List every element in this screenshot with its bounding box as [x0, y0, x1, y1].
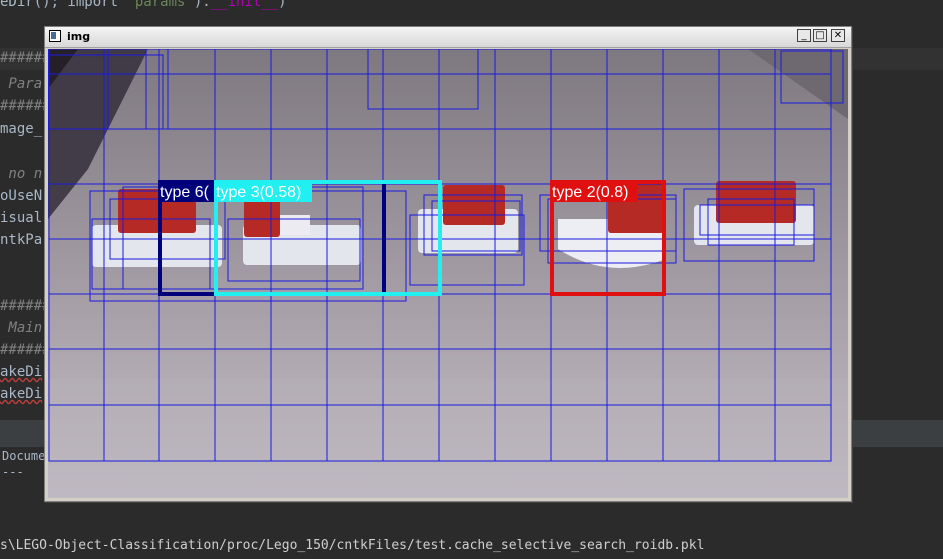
minimize-button[interactable]: _ — [797, 29, 811, 42]
detection-box-type3: type 3(0.58) — [214, 180, 442, 296]
code-line: ntkPa — [0, 232, 43, 248]
maximize-button[interactable]: □ — [813, 29, 827, 42]
close-button[interactable]: ✕ — [831, 29, 845, 42]
detection-overlay: type 6( type 3(0.58) type 2(0.8) — [158, 180, 666, 296]
window-title: img — [67, 30, 91, 43]
code-line-top: eDir(); import 'params').__init__) — [0, 0, 287, 10]
detection-label-type6: type 6( — [160, 184, 210, 201]
code-line: no n — [0, 166, 43, 182]
code-line: isual — [0, 210, 43, 226]
detection-label-type3: type 3(0.58) — [216, 184, 301, 201]
code-line: mage_ — [0, 121, 43, 137]
output-text: --- — [2, 465, 24, 479]
code-line: oUseN — [0, 188, 43, 204]
code-line: akeDi — [0, 386, 43, 402]
image-window[interactable]: img _ □ ✕ type 6(type 3(0.58) type 2(0.… — [44, 26, 852, 502]
output-text: Docume — [2, 449, 46, 463]
image-canvas: type 6( type 3(0.58) type 2(0.8) — [48, 49, 848, 498]
output-path-text: s\LEGO-Object-Classification/proc/Lego_1… — [0, 538, 705, 553]
code-line: Main — [0, 320, 43, 336]
detection-box-type2: type 2(0.8) — [550, 180, 666, 296]
code-line: akeDi — [0, 364, 43, 380]
window-app-icon — [49, 30, 61, 42]
code-line: Para — [0, 76, 43, 92]
detection-label-type2: type 2(0.8) — [552, 184, 628, 201]
window-titlebar[interactable]: img _ □ ✕ — [45, 27, 851, 48]
